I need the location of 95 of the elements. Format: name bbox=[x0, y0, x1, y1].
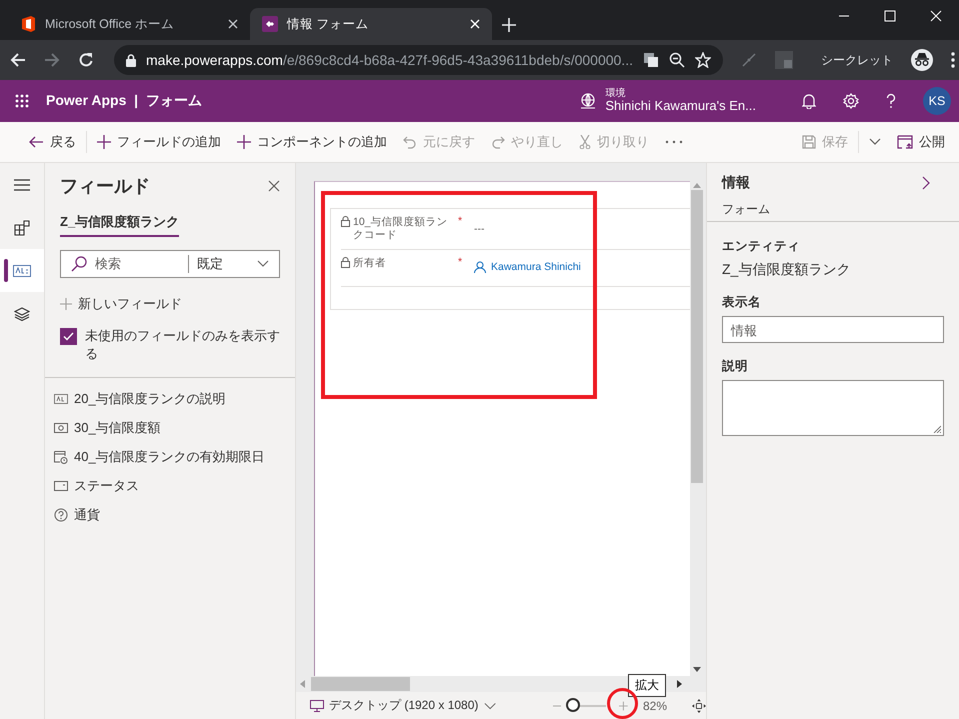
owner-link[interactable]: Kawamura Shinichi bbox=[474, 250, 581, 286]
user-avatar[interactable]: KS bbox=[923, 87, 951, 115]
hamburger-menu-icon[interactable] bbox=[14, 178, 30, 190]
undo-icon bbox=[403, 135, 417, 149]
search-placeholder[interactable]: 検索 bbox=[95, 255, 188, 273]
help-icon[interactable] bbox=[886, 93, 896, 109]
scrollbar-thumb[interactable] bbox=[691, 190, 703, 483]
search-icon bbox=[71, 256, 87, 272]
form-field-row[interactable]: 所有者 * Kawamura Shinichi bbox=[341, 250, 690, 287]
checkbox[interactable] bbox=[60, 328, 77, 345]
field-label: 所有者 bbox=[353, 257, 386, 271]
banknote-icon bbox=[54, 422, 68, 432]
new-field-button[interactable]: 新しいフィールド bbox=[60, 295, 280, 313]
device-selector[interactable]: デスクトップ (1920 x 1080) bbox=[329, 697, 478, 714]
incognito-icon bbox=[910, 49, 933, 71]
field-label: 10_与信限度額ランクコード bbox=[353, 216, 449, 243]
field-label: 説明 bbox=[722, 358, 749, 375]
required-mark: * bbox=[458, 215, 462, 227]
publish-button[interactable]: 公開 bbox=[889, 126, 953, 158]
tooltip: 拡大 bbox=[628, 674, 666, 697]
text-field-icon[interactable] bbox=[13, 264, 31, 276]
address-bar[interactable]: make.powerapps.com/e/869c8cd4-b68a-427f-96d5-43a39611bdeb/s/000000... bbox=[114, 45, 723, 75]
url-text: make.powerapps.com/e/869c8cd4-b68a-427f-96d5-43a39611bdeb/s/000000... bbox=[146, 52, 633, 68]
close-icon[interactable] bbox=[228, 19, 238, 29]
required-mark: * bbox=[458, 256, 462, 268]
form-section[interactable]: 10_与信限度額ランクコード * --- 所有者 * Kawamura Shinichi bbox=[330, 208, 690, 310]
plus-icon bbox=[60, 298, 72, 310]
scissors-icon bbox=[579, 135, 591, 149]
form-field-row[interactable]: 10_与信限度額ランクコード * --- bbox=[341, 209, 690, 250]
add-button[interactable]: フィールドの追加 bbox=[89, 126, 229, 158]
plus-icon bbox=[97, 135, 111, 149]
field-label: 表示名 bbox=[722, 294, 762, 311]
reload-icon[interactable] bbox=[78, 52, 94, 68]
add-button[interactable]: コンポーネントの追加 bbox=[229, 126, 395, 158]
environment-picker[interactable]: 環境 Shinichi Kawamura's En... bbox=[605, 88, 756, 114]
field-list-item[interactable]: ステータス bbox=[54, 471, 295, 500]
menu-icon[interactable] bbox=[950, 52, 955, 68]
display-name-field[interactable]: 情報 bbox=[722, 316, 944, 343]
scroll-down-icon[interactable] bbox=[693, 667, 701, 672]
back-arrow-icon bbox=[28, 135, 44, 149]
field-list-item[interactable]: 20_与信限度ランクの説明 bbox=[54, 384, 295, 413]
text-field-icon bbox=[54, 394, 68, 404]
person-icon bbox=[474, 261, 486, 273]
entity-name: Z_与信限度額ランク bbox=[722, 261, 852, 279]
browser-tab[interactable]: Microsoft Office ホーム bbox=[8, 8, 250, 40]
scrollbar-thumb[interactable] bbox=[311, 677, 410, 691]
chevron-right-icon[interactable] bbox=[922, 176, 930, 190]
lock-icon bbox=[126, 54, 136, 66]
redo-icon bbox=[491, 135, 505, 149]
star-icon[interactable] bbox=[694, 52, 711, 68]
save-icon bbox=[802, 135, 816, 149]
globe-icon bbox=[579, 92, 598, 110]
panel-subtitle: フォーム bbox=[722, 201, 771, 218]
browser-tab[interactable]: 情報 フォーム bbox=[250, 8, 492, 40]
zoom-slider-thumb[interactable] bbox=[566, 698, 580, 712]
office-logo-icon bbox=[20, 16, 36, 32]
powerapps-logo-icon bbox=[262, 16, 278, 32]
forward-arrow-icon[interactable] bbox=[44, 52, 60, 68]
publish-icon bbox=[897, 135, 913, 149]
panel-title: 情報 bbox=[722, 174, 750, 192]
app-launcher-icon[interactable] bbox=[14, 93, 30, 109]
fit-to-screen-icon[interactable] bbox=[692, 698, 706, 714]
check-icon bbox=[63, 332, 74, 341]
question-circle-icon bbox=[54, 508, 68, 522]
zoom-percent: 82% bbox=[643, 698, 668, 712]
bell-icon[interactable] bbox=[802, 93, 816, 109]
calendar-clock-icon bbox=[54, 450, 68, 464]
plus-icon bbox=[237, 135, 251, 149]
back-button[interactable]: 戻る bbox=[20, 126, 84, 158]
field-value: --- bbox=[474, 222, 484, 237]
components-icon[interactable] bbox=[14, 220, 30, 236]
field-list-item[interactable]: 30_与信限度額 bbox=[54, 413, 295, 442]
scroll-right-icon[interactable] bbox=[677, 680, 682, 688]
panel-title: フィールド bbox=[60, 175, 150, 198]
dropdown-field-icon bbox=[54, 480, 68, 490]
chevron-down-icon[interactable] bbox=[257, 260, 269, 268]
more-icon[interactable] bbox=[665, 140, 683, 144]
close-icon[interactable] bbox=[268, 180, 280, 192]
incognito-label: シークレット bbox=[820, 52, 893, 68]
filter-dropdown[interactable]: 既定 bbox=[197, 255, 257, 273]
table-tab[interactable]: Z_与信限度額ランク bbox=[60, 213, 180, 237]
monitor-icon bbox=[310, 700, 324, 712]
field-list-item[interactable]: 40_与信限度ランクの有効期限日 bbox=[54, 442, 295, 471]
app-title: Power Apps | フォーム bbox=[46, 92, 202, 110]
field-list-item[interactable]: 通貨 bbox=[54, 500, 295, 529]
new-tab-icon[interactable] bbox=[502, 18, 516, 32]
back-arrow-icon[interactable] bbox=[10, 52, 26, 68]
zoom-out-icon[interactable] bbox=[668, 52, 685, 68]
field-label: エンティティ bbox=[722, 238, 801, 255]
resize-grip-icon bbox=[933, 425, 941, 433]
description-field[interactable] bbox=[722, 380, 944, 436]
settings-icon[interactable] bbox=[843, 93, 859, 109]
layers-icon[interactable] bbox=[14, 306, 30, 320]
checkbox-label: 未使用のフィールドのみを表示する bbox=[85, 327, 280, 363]
chevron-down-icon[interactable] bbox=[484, 702, 497, 710]
